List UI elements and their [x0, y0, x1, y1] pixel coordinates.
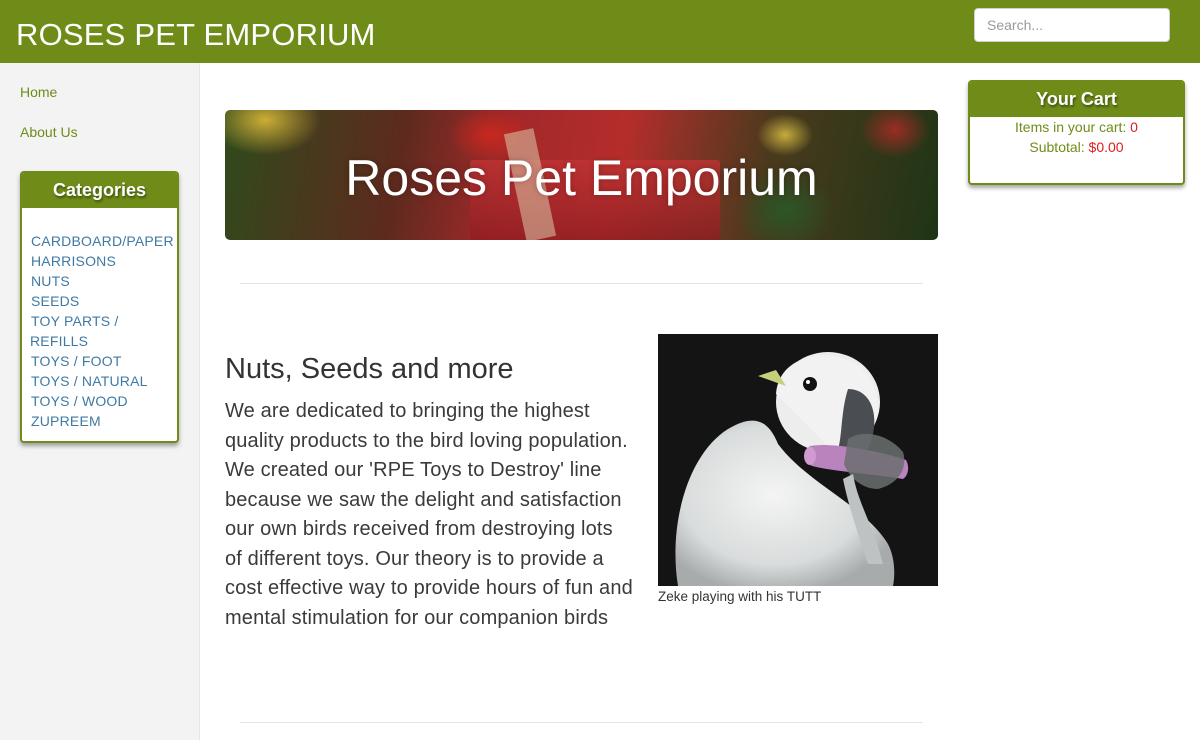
category-item[interactable]: ZUPREEM: [31, 411, 177, 431]
category-link[interactable]: TOYS / NATURAL: [31, 373, 148, 389]
cart-items-count: 0: [1130, 119, 1138, 135]
category-link[interactable]: ZUPREEM: [31, 413, 101, 429]
cart-heading: Your Cart: [970, 82, 1183, 117]
cockatoo-illustration: [658, 334, 938, 586]
category-link[interactable]: CARDBOARD/PAPER: [31, 233, 174, 249]
category-item[interactable]: TOYS / WOOD: [31, 391, 177, 411]
category-link[interactable]: TOY PARTS /: [31, 313, 119, 329]
left-sidebar: Home About Us Categories CARDBOARD/PAPER…: [0, 63, 200, 740]
cart-subtotal-value: $0.00: [1088, 139, 1124, 155]
search-input[interactable]: [974, 8, 1170, 42]
cart-items-line: Items in your cart: 0: [970, 117, 1183, 137]
divider: [240, 283, 923, 284]
category-link[interactable]: SEEDS: [31, 293, 79, 309]
category-item[interactable]: NUTS: [31, 271, 177, 291]
category-item[interactable]: TOYS / FOOT: [31, 351, 177, 371]
category-link[interactable]: TOYS / FOOT: [31, 353, 122, 369]
category-link[interactable]: NUTS: [31, 273, 70, 289]
category-link[interactable]: HARRISONS: [31, 253, 116, 269]
nav-home-link[interactable]: Home: [20, 84, 57, 100]
category-link[interactable]: TOYS / WOOD: [31, 393, 128, 409]
cart-subtotal-label: Subtotal:: [1029, 139, 1085, 155]
categories-panel: Categories CARDBOARD/PAPER HARRISONS NUT…: [20, 171, 179, 443]
categories-list: CARDBOARD/PAPER HARRISONS NUTS SEEDS TOY…: [22, 208, 177, 431]
banner-title: Roses Pet Emporium: [345, 150, 818, 206]
cockatoo-photo: [658, 334, 938, 586]
category-item[interactable]: TOY PARTS /: [31, 311, 177, 331]
category-link[interactable]: REFILLS: [30, 333, 88, 349]
category-item[interactable]: CARDBOARD/PAPER: [31, 231, 177, 251]
top-header-bar: ROSES PET EMPORIUM: [0, 0, 1200, 63]
cart-subtotal-line: Subtotal: $0.00: [970, 137, 1183, 157]
photo-caption: Zeke playing with his TUTT: [658, 589, 822, 604]
section-body-text: We are dedicated to bringing the highest…: [225, 400, 633, 629]
cart-items-label: Items in your cart:: [1015, 119, 1127, 135]
nav-about-link[interactable]: About Us: [20, 124, 78, 140]
section-heading: Nuts, Seeds and more: [225, 353, 514, 385]
cart-panel: Your Cart Items in your cart: 0 Subtotal…: [968, 80, 1185, 185]
category-item[interactable]: TOYS / NATURAL: [31, 371, 177, 391]
category-item[interactable]: SEEDS: [31, 291, 177, 311]
categories-heading: Categories: [22, 173, 177, 208]
site-title[interactable]: ROSES PET EMPORIUM: [16, 17, 376, 53]
category-item[interactable]: REFILLS: [30, 331, 177, 351]
category-item[interactable]: HARRISONS: [31, 251, 177, 271]
divider: [240, 722, 923, 723]
hero-banner: Roses Pet Emporium: [225, 110, 938, 240]
